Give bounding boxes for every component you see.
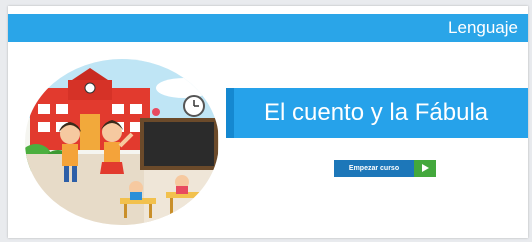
section-label: Lenguaje	[448, 18, 518, 37]
course-title-banner: El cuento y la Fábula	[226, 88, 528, 138]
header-bar: Lenguaje	[8, 14, 528, 42]
school-children-illustration	[25, 59, 219, 225]
course-card: Lenguaje El cuento y la Fábula Empezar c…	[8, 6, 528, 238]
play-arrow-icon	[414, 160, 436, 177]
start-course-label: Empezar curso	[334, 160, 414, 177]
course-title: El cuento y la Fábula	[264, 99, 489, 126]
start-course-button[interactable]: Empezar curso	[334, 160, 436, 177]
